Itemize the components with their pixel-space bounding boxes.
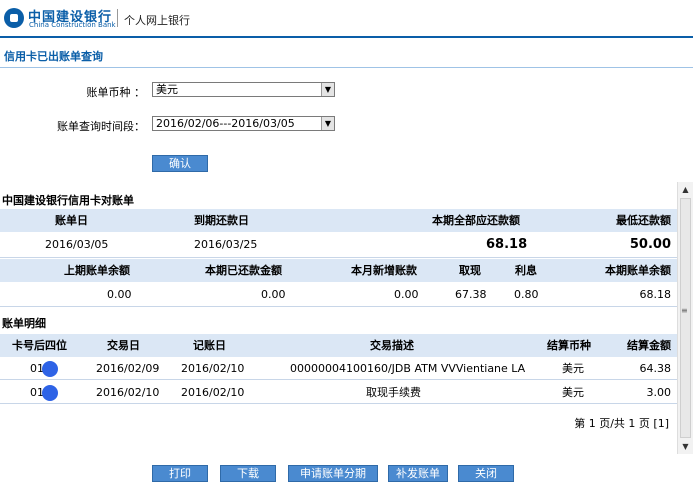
table-row: 01 2016/02/10 2016/02/10 取现手续费 美元 3.00 (0, 381, 677, 404)
post-date-cell: 2016/02/10 (181, 362, 245, 375)
scroll-down-icon[interactable]: ▼ (678, 439, 693, 454)
chevron-down-icon[interactable]: ▼ (321, 83, 334, 96)
new-charges-value: 0.00 (394, 288, 419, 301)
header-min-due: 最低还款额 (616, 214, 671, 227)
statement-title: 中国建设银行信用卡对账单 (2, 194, 134, 207)
statement-scroll-area[interactable]: 中国建设银行信用卡对账单 账单日 到期还款日 本期全部应还款额 最低还款额 20… (0, 182, 693, 454)
card-last4-cell: 01 (30, 381, 58, 404)
amount-cell: 64.38 (639, 362, 672, 375)
vertical-scrollbar[interactable]: ▲ ≡ ▼ (677, 182, 693, 454)
min-due-value: 50.00 (629, 237, 671, 252)
details-title: 账单明细 (2, 317, 46, 330)
header-due-date: 到期还款日 (194, 214, 249, 227)
header-description: 交易描述 (370, 339, 414, 352)
bank-name-en: China Construction Bank (29, 21, 116, 29)
statement-date-value: 2016/03/05 (45, 238, 109, 251)
pagination[interactable]: 第 1 页/共 1 页 [1] (574, 415, 669, 431)
cash-advance-value: 67.38 (455, 288, 487, 301)
period-label: 账单查询时间段： (57, 120, 145, 133)
confirm-button[interactable]: 确认 (152, 155, 208, 172)
header-settle-amount: 结算金额 (627, 339, 671, 352)
trans-date-cell: 2016/02/10 (96, 386, 160, 399)
trans-date-cell: 2016/02/09 (96, 362, 160, 375)
paid-amount-value: 0.00 (261, 288, 286, 301)
balance-header-row: 上期账单余额 本期已还款金额 本月新增账款 取现 利息 本期账单余额 (0, 259, 677, 282)
reissue-statement-button[interactable]: 补发账单 (388, 465, 448, 482)
header-trans-date: 交易日 (107, 339, 140, 352)
card-last4-cell: 01 (30, 357, 58, 380)
period-select[interactable]: 2016/02/06---2016/03/05 ▼ (152, 116, 335, 131)
ccb-logo-icon (4, 8, 24, 28)
top-banner: 中国建设银行 China Construction Bank 个人网上银行 (0, 0, 693, 38)
statement-content: 中国建设银行信用卡对账单 账单日 到期还款日 本期全部应还款额 最低还款额 20… (0, 182, 677, 454)
close-button[interactable]: 关闭 (458, 465, 514, 482)
redaction-blur-icon (42, 361, 58, 377)
scrollbar-thumb[interactable] (680, 198, 691, 438)
currency-label: 账单币种 ： (86, 86, 146, 99)
print-button[interactable]: 打印 (152, 465, 208, 482)
logo-divider (117, 9, 118, 27)
header-new-charges: 本月新增账款 (351, 264, 417, 277)
header-statement-date: 账单日 (55, 214, 88, 227)
description-cell: 00000004100160/JDB ATM VVVientiane LA (290, 362, 526, 375)
description-cell: 取现手续费 (366, 386, 421, 399)
prev-balance-value: 0.00 (107, 288, 132, 301)
header-interest: 利息 (515, 264, 537, 277)
redaction-blur-icon (42, 385, 58, 401)
chevron-down-icon[interactable]: ▼ (321, 117, 334, 130)
current-balance-value: 68.18 (639, 288, 672, 301)
download-button[interactable]: 下载 (220, 465, 276, 482)
details-header-row: 卡号后四位 交易日 记账日 交易描述 结算币种 结算金额 (0, 334, 677, 357)
post-date-cell: 2016/02/10 (181, 386, 245, 399)
currency-select-value: 美元 (156, 83, 178, 96)
summary-row: 2016/03/05 2016/03/25 68.18 50.00 (0, 232, 677, 258)
total-due-value: 68.18 (486, 237, 528, 252)
currency-cell: 美元 (562, 386, 584, 399)
header-card-last4: 卡号后四位 (12, 339, 67, 352)
currency-cell: 美元 (562, 362, 584, 375)
scroll-up-icon[interactable]: ▲ (678, 182, 693, 197)
header-current-balance: 本期账单余额 (605, 264, 671, 277)
header-cash-advance: 取现 (459, 264, 481, 277)
interest-value: 0.80 (514, 288, 539, 301)
due-date-value: 2016/03/25 (194, 238, 258, 251)
header-prev-balance: 上期账单余额 (64, 264, 130, 277)
header-settle-currency: 结算币种 (547, 339, 591, 352)
section-name: 个人网上银行 (124, 14, 190, 27)
summary-header-row: 账单日 到期还款日 本期全部应还款额 最低还款额 (0, 209, 677, 232)
amount-cell: 3.00 (646, 386, 672, 399)
table-row: 01 2016/02/09 2016/02/10 00000004100160/… (0, 357, 677, 380)
scrollbar-grip-icon: ≡ (681, 306, 688, 315)
page-title: 信用卡已出账单查询 (4, 50, 103, 63)
period-select-value: 2016/02/06---2016/03/05 (156, 117, 295, 130)
balance-row: 0.00 0.00 0.00 67.38 0.80 68.18 (0, 282, 677, 307)
currency-select[interactable]: 美元 ▼ (152, 82, 335, 97)
header-post-date: 记账日 (193, 339, 226, 352)
title-divider (0, 67, 693, 68)
header-paid-amount: 本期已还款金额 (205, 264, 282, 277)
installment-button[interactable]: 申请账单分期 (288, 465, 378, 482)
header-total-due: 本期全部应还款额 (432, 214, 520, 227)
